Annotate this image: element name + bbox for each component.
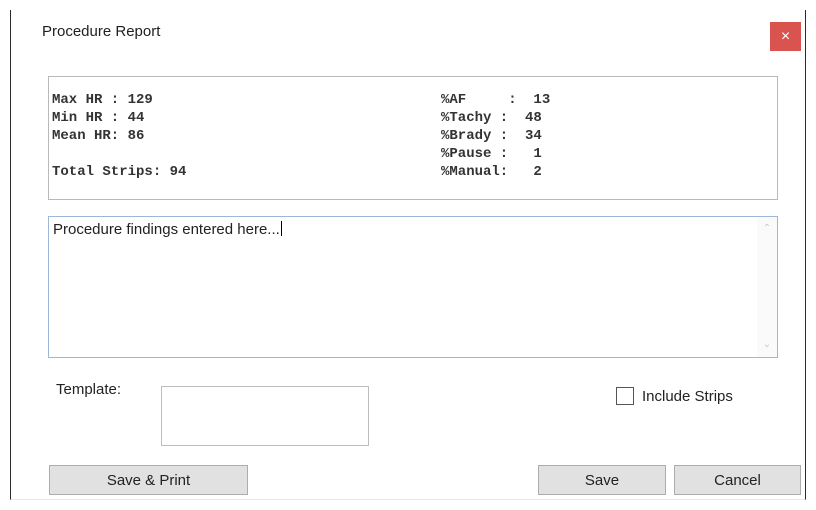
findings-scrollbar[interactable]: ⌃ ⌄ bbox=[757, 217, 777, 357]
findings-textarea[interactable]: Procedure findings entered here... ⌃ ⌄ bbox=[48, 216, 778, 358]
stat-max-hr: Max HR : 129 bbox=[52, 92, 153, 108]
stat-brady: %Brady : 34 bbox=[441, 128, 542, 144]
save-button[interactable]: Save bbox=[538, 465, 666, 495]
template-field[interactable] bbox=[161, 386, 369, 446]
stat-mean-hr: Mean HR: 86 bbox=[52, 128, 145, 144]
save-print-button[interactable]: Save & Print bbox=[49, 465, 248, 495]
text-caret bbox=[280, 221, 282, 236]
include-strips-label: Include Strips bbox=[642, 387, 733, 405]
dialog-title: Procedure Report bbox=[42, 23, 161, 40]
include-strips-option[interactable]: Include Strips bbox=[616, 387, 733, 405]
stat-min-hr: Min HR : 44 bbox=[52, 110, 145, 126]
close-button[interactable]: × bbox=[770, 22, 801, 51]
procedure-report-dialog: Procedure Report × Max HR : 129 Min HR :… bbox=[10, 10, 806, 500]
stat-pause: %Pause : 1 bbox=[441, 146, 542, 162]
include-strips-checkbox[interactable] bbox=[616, 387, 634, 405]
findings-value: Procedure findings entered here... bbox=[53, 221, 280, 238]
findings-text-wrap: Procedure findings entered here... bbox=[53, 221, 282, 238]
cancel-button[interactable]: Cancel bbox=[674, 465, 801, 495]
template-label: Template: bbox=[56, 381, 122, 398]
stat-manual: %Manual: 2 bbox=[441, 164, 542, 180]
stat-tachy: %Tachy : 48 bbox=[441, 110, 542, 126]
scroll-down-arrow-icon[interactable]: ⌄ bbox=[761, 339, 773, 351]
stat-af: %AF : 13 bbox=[441, 92, 551, 108]
scroll-up-arrow-icon[interactable]: ⌃ bbox=[761, 223, 773, 235]
stat-total-strips: Total Strips: 94 bbox=[52, 164, 187, 180]
stats-summary-box: Max HR : 129 Min HR : 44 Mean HR: 86 Tot… bbox=[48, 76, 778, 200]
close-icon: × bbox=[780, 27, 791, 45]
